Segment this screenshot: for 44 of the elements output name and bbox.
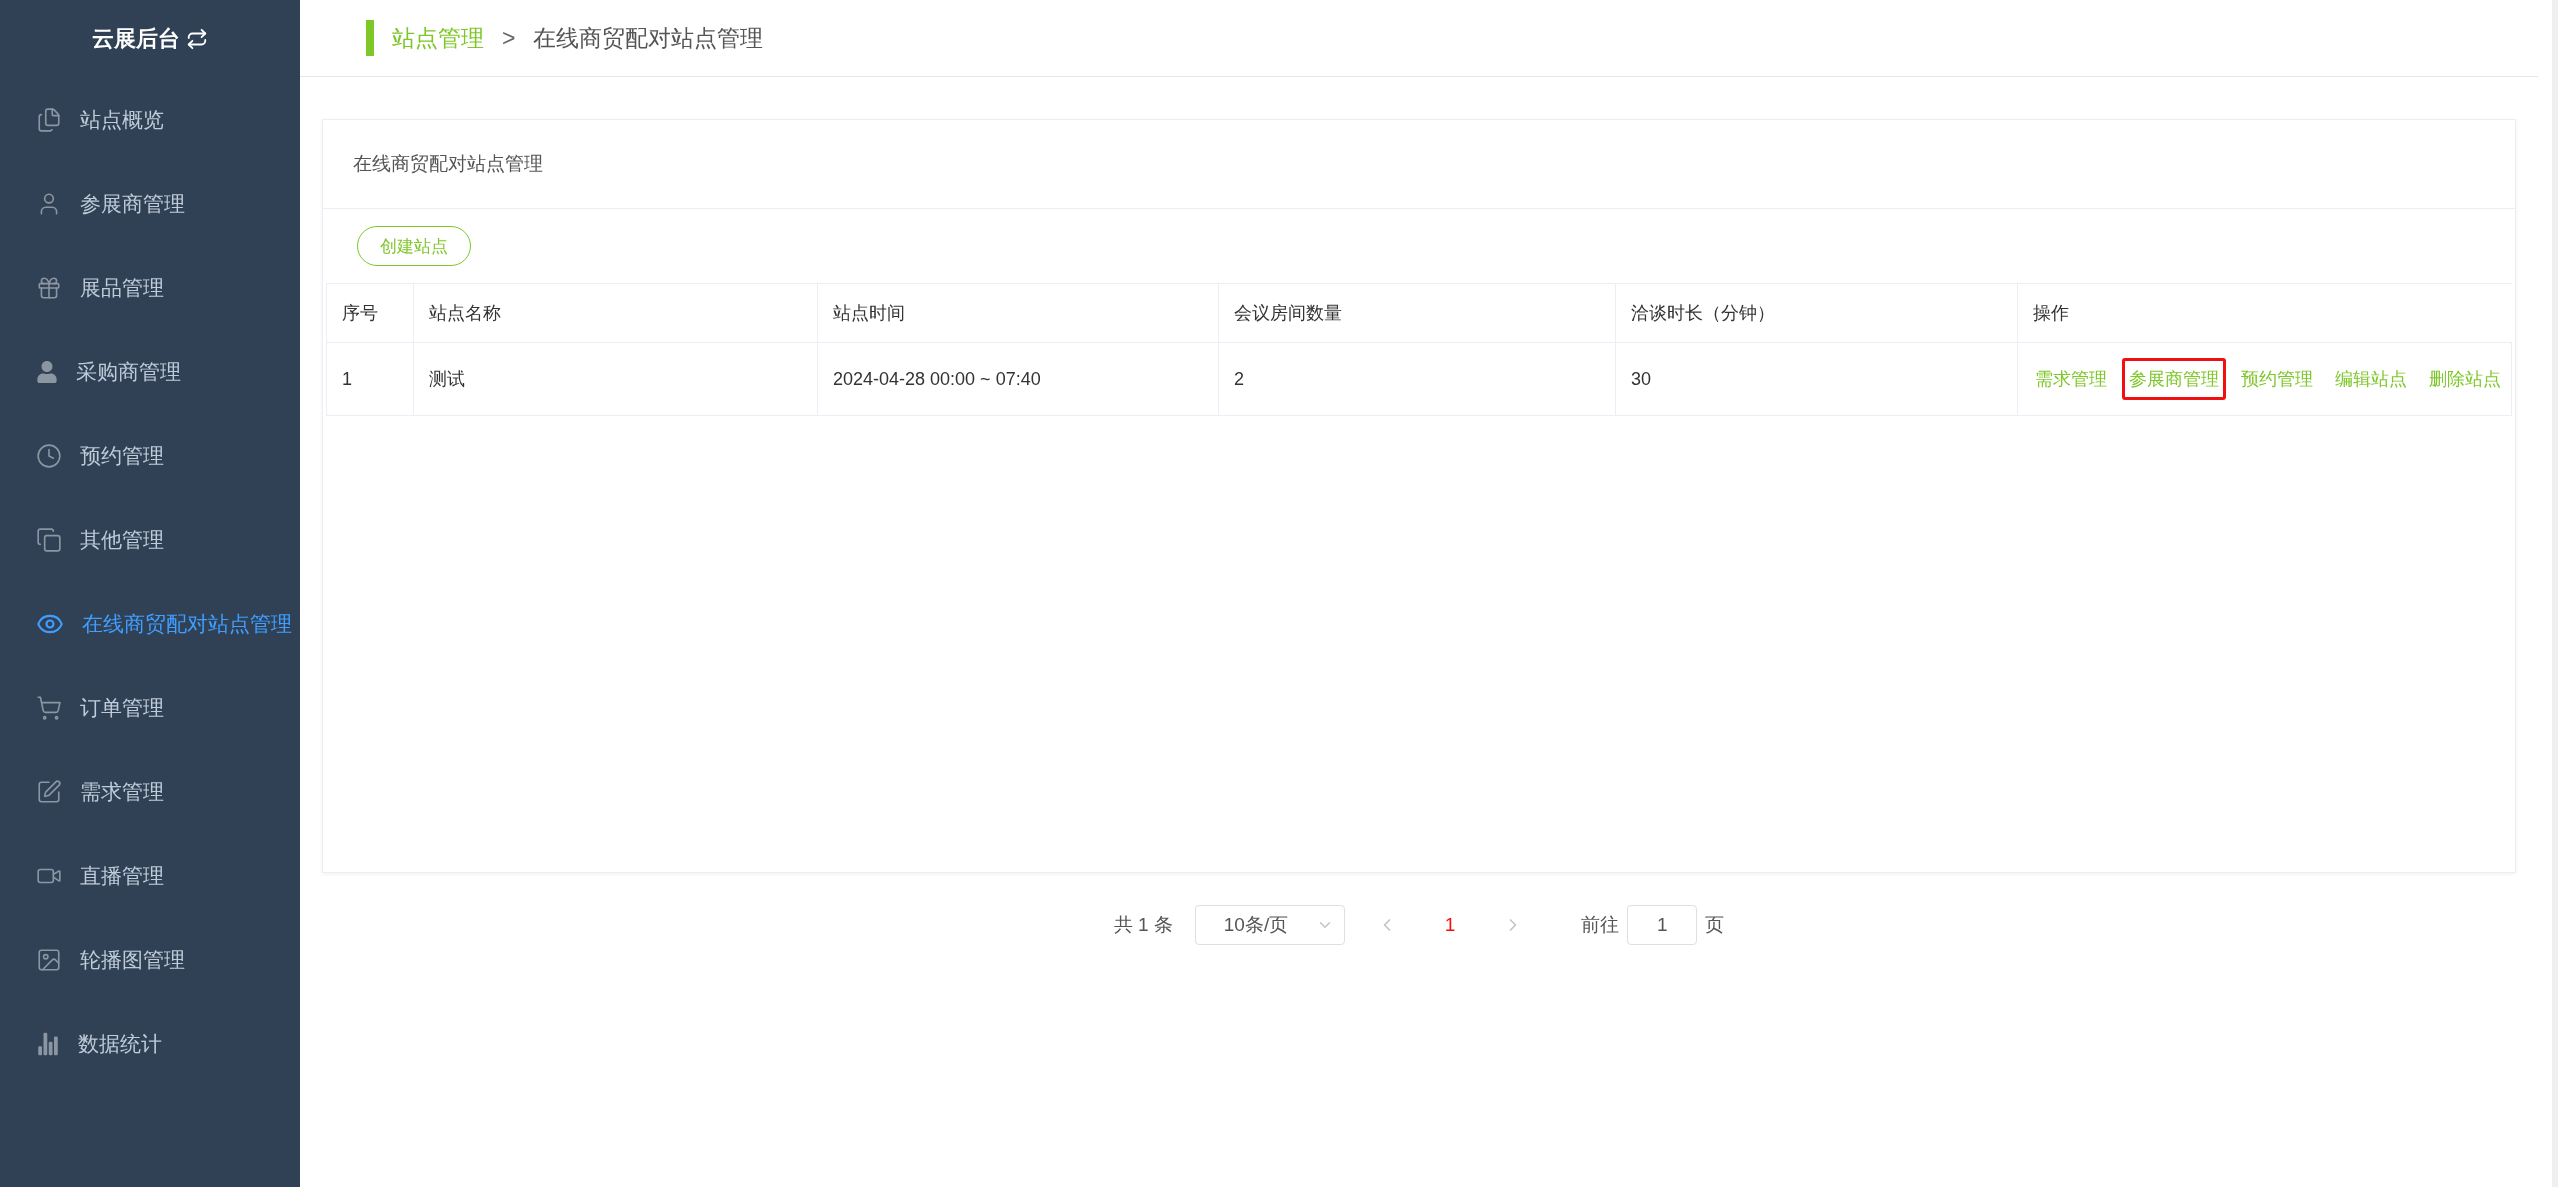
- breadcrumb-separator: >: [502, 24, 516, 52]
- bar-chart-icon: [36, 1032, 60, 1056]
- sidebar-item[interactable]: 站点概览: [0, 78, 300, 162]
- column-header: 会议房间数量: [1219, 283, 1616, 342]
- cart-icon: [36, 695, 62, 721]
- sidebar-item[interactable]: 展品管理: [0, 246, 300, 330]
- sidebar-item[interactable]: 轮播图管理: [0, 918, 300, 1002]
- column-header: 序号: [326, 283, 414, 342]
- sidebar-item[interactable]: 参展商管理: [0, 162, 300, 246]
- page-number[interactable]: 1: [1444, 914, 1456, 936]
- sidebar-item[interactable]: 在线商贸配对站点管理: [0, 582, 300, 666]
- table-cell: 30: [1616, 342, 2018, 416]
- table-cell: 2: [1219, 342, 1616, 416]
- clock-icon: [36, 443, 62, 469]
- column-header: 站点名称: [414, 283, 818, 342]
- app-title: 云展后台: [92, 25, 180, 53]
- document-icon: [36, 107, 62, 133]
- table-cell: 测试: [414, 342, 818, 416]
- sidebar-item[interactable]: 数据统计: [0, 1002, 300, 1086]
- sidebar-item[interactable]: 其他管理: [0, 498, 300, 582]
- column-header: 操作: [2018, 283, 2512, 342]
- accent-bar: [366, 20, 374, 56]
- image-icon: [36, 947, 62, 973]
- sidebar-item[interactable]: 订单管理: [0, 666, 300, 750]
- switch-icon[interactable]: [186, 28, 208, 50]
- sidebar-item[interactable]: 预约管理: [0, 414, 300, 498]
- sidebar-item[interactable]: 直播管理: [0, 834, 300, 918]
- sidebar-item[interactable]: 采购商管理: [0, 330, 300, 414]
- user-icon: [36, 361, 58, 383]
- card-title: 在线商贸配对站点管理: [323, 120, 2515, 209]
- edit-icon: [36, 779, 62, 805]
- goto-label: 前往: [1581, 913, 1620, 937]
- breadcrumb-current: 在线商贸配对站点管理: [533, 23, 764, 53]
- sidebar-item[interactable]: 需求管理: [0, 750, 300, 834]
- page-size-select[interactable]: 10条/页: [1194, 905, 1345, 945]
- page-suffix: 页: [1705, 913, 1725, 937]
- table-cell: 1: [326, 342, 414, 416]
- total-count: 共 1 条: [1113, 913, 1173, 937]
- column-header: 站点时间: [818, 283, 1219, 342]
- page-input[interactable]: 1: [1627, 905, 1698, 945]
- gift-icon: [36, 275, 62, 301]
- copy-icon: [36, 527, 62, 553]
- column-header: 洽谈时长（分钟）: [1616, 283, 2018, 342]
- table-cell: 2024-04-28 00:00 ~ 07:40: [818, 342, 1219, 416]
